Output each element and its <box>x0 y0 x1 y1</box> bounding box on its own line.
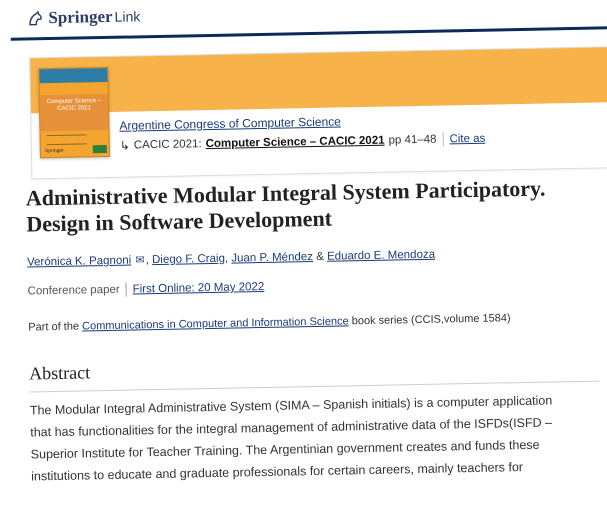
author-link[interactable]: Juan P. Méndez <box>231 251 313 265</box>
divider <box>125 282 127 297</box>
page: Springer Link Computer Science – CACIC 2… <box>0 0 607 506</box>
springer-link-logo[interactable]: Springer Link <box>26 3 140 31</box>
page-range: pp 41–48 <box>388 133 437 147</box>
content-type: Conference paper <box>27 283 120 298</box>
author-and: & <box>316 250 324 263</box>
series-link[interactable]: Communications in Computer and Informati… <box>82 315 349 332</box>
volume-title-link[interactable]: Computer Science – CACIC 2021 <box>206 135 385 150</box>
series-info: Part of the Communications in Computer a… <box>28 312 511 334</box>
first-online-link[interactable]: First Online: 20 May 2022 <box>133 281 265 296</box>
abstract-text: The Modular Integral Administrative Syst… <box>30 389 602 488</box>
book-info-card: Computer Science – CACIC 2021 Springer A… <box>29 46 607 180</box>
divider <box>442 132 444 147</box>
cover-publisher: Springer <box>44 147 64 155</box>
author-link[interactable]: Eduardo E. Mendoza <box>327 249 435 263</box>
author-separator: , <box>145 254 149 267</box>
brand-name: Springer <box>48 6 113 28</box>
accent-band <box>30 47 607 114</box>
cite-as-link[interactable]: Cite as <box>449 133 485 146</box>
author-separator: , <box>224 252 229 265</box>
author-link[interactable]: Diego F. Craig <box>152 253 225 266</box>
book-cover[interactable]: Computer Science – CACIC 2021 Springer <box>38 66 111 159</box>
conference-label: CACIC 2021: <box>133 138 202 152</box>
book-series-link[interactable]: Argentine Congress of Computer Science <box>119 114 341 132</box>
return-arrow-icon: ↳ <box>119 138 131 153</box>
author-list: Verónica K. Pagnoni ✉, Diego F. Craig, J… <box>27 248 435 269</box>
abstract-heading: Abstract <box>28 362 91 384</box>
cover-title: Computer Science – CACIC 2021 <box>46 98 102 112</box>
page-title: Administrative Modular Integral System P… <box>25 175 546 237</box>
book-conference-line: ↳ CACIC 2021: Computer Science – CACIC 2… <box>120 132 486 153</box>
brand-suffix: Link <box>114 8 141 25</box>
author-link[interactable]: Verónica K. Pagnoni <box>27 255 131 269</box>
article-meta: Conference paper First Online: 20 May 20… <box>27 280 264 299</box>
email-icon[interactable]: ✉ <box>135 254 144 266</box>
springer-horse-icon <box>29 10 42 26</box>
